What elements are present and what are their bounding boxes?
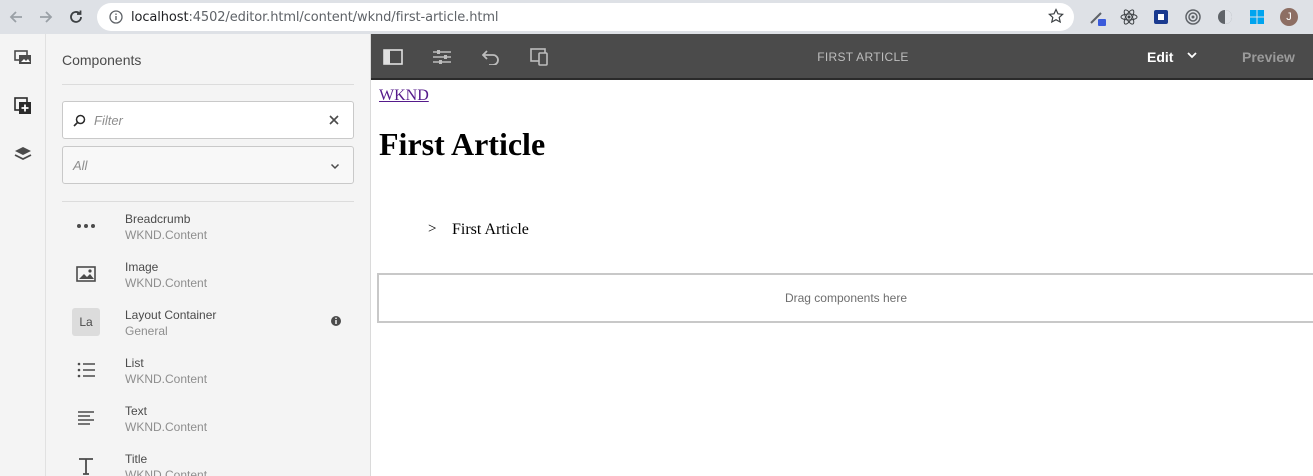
side-rail	[0, 34, 46, 476]
component-name: Breadcrumb	[125, 212, 191, 226]
group-select[interactable]: All	[62, 146, 354, 184]
extension-windows[interactable]	[1246, 6, 1268, 28]
breadcrumb-current[interactable]: First Article	[452, 221, 529, 239]
react-atom-icon	[1120, 9, 1138, 25]
text-align-left-icon	[72, 404, 100, 432]
layers-icon	[14, 147, 32, 161]
drop-zone[interactable]: Drag components here	[377, 273, 1313, 323]
filter-input-box[interactable]	[62, 101, 354, 139]
image-icon	[72, 260, 100, 288]
more-horizontal-icon	[72, 212, 100, 240]
component-name: Image	[125, 260, 159, 274]
extension-pen[interactable]	[1086, 6, 1108, 28]
list-bulleted-icon	[72, 356, 100, 384]
url-path: :4502/editor.html/content/wknd/first-art…	[188, 9, 499, 25]
chevron-down-icon	[330, 163, 340, 170]
reload-icon	[70, 10, 82, 23]
arrow-left-icon	[9, 11, 22, 23]
component-item-breadcrumb[interactable]: Breadcrumb WKND.Content	[46, 202, 370, 250]
components-rail-button[interactable]	[0, 82, 46, 130]
component-group: WKND.Content	[125, 276, 208, 290]
content-tree-rail-button[interactable]	[0, 130, 46, 178]
editor-toolbar: FIRST ARTICLE Edit Preview	[371, 34, 1313, 80]
component-group: General	[125, 324, 168, 338]
half-circle-icon	[1218, 10, 1232, 24]
assets-rail-button[interactable]	[0, 34, 46, 82]
component-item-image[interactable]: Image WKND.Content	[46, 250, 370, 298]
component-group: WKND.Content	[125, 420, 208, 434]
extensions-area: J	[1086, 4, 1300, 30]
component-group: WKND.Content	[125, 372, 208, 386]
component-item-list[interactable]: List WKND.Content	[46, 346, 370, 394]
back-button[interactable]	[2, 3, 30, 31]
component-name: List	[125, 356, 144, 370]
title-t-icon	[72, 452, 100, 476]
extension-moon[interactable]	[1214, 6, 1236, 28]
components-panel: Components All Breadcrumb WKND.Content I…	[46, 34, 371, 476]
search-icon	[73, 114, 86, 127]
component-group: WKND.Content	[125, 468, 208, 476]
extension-target[interactable]	[1182, 6, 1204, 28]
assets-icon	[14, 50, 31, 64]
mode-selector-edit[interactable]: Edit	[1147, 49, 1173, 65]
info-icon[interactable]	[330, 315, 342, 327]
windows-logo-icon	[1250, 10, 1264, 24]
component-item-text[interactable]: Text WKND.Content	[46, 394, 370, 442]
arrow-right-icon	[40, 11, 53, 23]
chevron-down-icon[interactable]	[1185, 48, 1199, 62]
clear-icon[interactable]	[327, 113, 341, 127]
component-item-layout-container[interactable]: La Layout Container General	[46, 298, 370, 346]
forward-button[interactable]	[32, 3, 60, 31]
avatar: J	[1280, 8, 1298, 26]
url-text: localhost:4502/editor.html/content/wknd/…	[131, 9, 499, 25]
filter-input[interactable]	[94, 112, 314, 128]
target-icon	[1185, 9, 1201, 25]
square-box-icon	[1154, 10, 1168, 24]
site-home-link[interactable]: WKND	[379, 87, 429, 105]
info-circle-icon	[109, 10, 123, 24]
breadcrumb-separator: >	[428, 221, 437, 237]
reload-button[interactable]	[62, 3, 90, 31]
extension-react[interactable]	[1118, 6, 1140, 28]
layout-container-badge: La	[72, 308, 100, 336]
component-name: Layout Container	[125, 308, 217, 322]
component-name: Text	[125, 404, 148, 418]
panel-divider	[62, 84, 354, 85]
add-component-icon	[14, 97, 31, 114]
url-host: localhost	[131, 9, 189, 25]
page-canvas: WKND First Article > First Article Drag …	[371, 80, 1313, 476]
component-list: Breadcrumb WKND.Content Image WKND.Conte…	[46, 202, 370, 476]
address-bar[interactable]: localhost:4502/editor.html/content/wknd/…	[97, 3, 1074, 31]
bookmark-star-icon[interactable]	[1048, 8, 1064, 24]
page-heading[interactable]: First Article	[379, 126, 545, 163]
drop-zone-label: Drag components here	[784, 291, 908, 305]
panel-title: Components	[62, 52, 142, 68]
preview-button[interactable]: Preview	[1242, 49, 1295, 65]
extension-square[interactable]	[1150, 6, 1172, 28]
component-group: WKND.Content	[125, 228, 208, 242]
profile-button[interactable]: J	[1278, 6, 1300, 28]
component-name: Title	[125, 452, 148, 466]
component-item-title[interactable]: Title WKND.Content	[46, 442, 370, 476]
group-select-value: All	[73, 157, 88, 173]
pen-icon	[1090, 12, 1106, 26]
